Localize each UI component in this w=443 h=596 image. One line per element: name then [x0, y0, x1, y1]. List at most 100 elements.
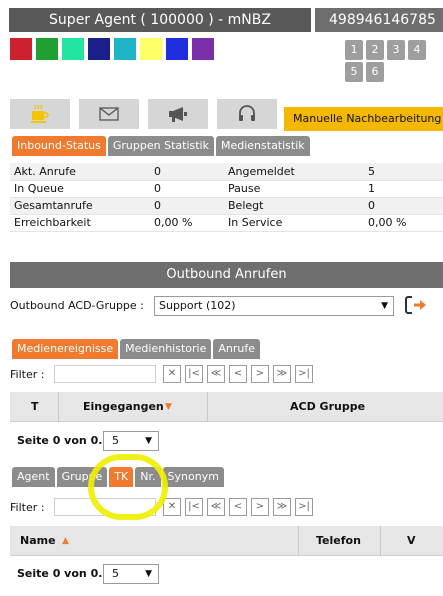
stat-label: In Queue: [10, 180, 150, 198]
stat-value: 0: [364, 197, 443, 215]
next-page-icon[interactable]: >: [251, 498, 269, 516]
status-swatch[interactable]: [62, 38, 84, 60]
number-button-4[interactable]: 4: [408, 40, 426, 60]
headset-icon: [239, 105, 255, 121]
last-page-icon[interactable]: >|: [295, 498, 313, 516]
chevron-down-icon: ▼: [145, 569, 152, 579]
inbound-stats-table: Akt. Anrufe 0 Angemeldet 5 In Queue 0 Pa…: [10, 163, 443, 232]
stat-value: 1: [364, 180, 443, 198]
table-row: In Queue 0 Pause 1: [10, 180, 443, 198]
stat-value: 0: [150, 197, 224, 215]
headset-button[interactable]: [217, 99, 277, 129]
sort-down-icon[interactable]: ▼: [165, 392, 172, 422]
first-page-icon[interactable]: |<: [185, 498, 203, 516]
number-button-2[interactable]: 2: [366, 40, 384, 60]
mail-icon: [99, 107, 119, 121]
filter-label: Filter :: [10, 501, 45, 514]
column-divider: [298, 526, 299, 556]
logout-icon[interactable]: [403, 294, 429, 316]
agent-id: 498946146785: [315, 8, 443, 32]
stat-label: Gesamtanrufe: [10, 197, 150, 215]
chevron-down-icon: ▼: [381, 301, 388, 311]
number-button-6[interactable]: 6: [366, 62, 384, 82]
coffee-icon: [31, 104, 49, 123]
status-swatch[interactable]: [10, 38, 32, 60]
stat-label: Erreichbarkeit: [10, 214, 150, 232]
tab-inbound-status[interactable]: Inbound-Status: [12, 136, 106, 156]
fast-forward-icon[interactable]: ≫: [273, 365, 291, 383]
stats-tabs: Inbound-Status Gruppen Statistik Mediens…: [12, 136, 310, 156]
outbound-group-select[interactable]: Support (102) ▼: [154, 296, 394, 316]
stat-label: Angemeldet: [224, 163, 364, 181]
stat-value: 0,00 %: [150, 214, 224, 232]
contact-pager: ✕ |< ≪ < > ≫ >|: [163, 498, 313, 516]
column-divider: [380, 526, 381, 556]
page-size-value: 5: [112, 434, 119, 447]
fast-back-icon[interactable]: ≪: [207, 498, 225, 516]
status-swatch[interactable]: [192, 38, 214, 60]
number-button-1[interactable]: 1: [345, 40, 363, 60]
chevron-down-icon: ▼: [145, 436, 152, 446]
prev-page-icon[interactable]: <: [229, 498, 247, 516]
prev-page-icon[interactable]: <: [229, 365, 247, 383]
number-button-5[interactable]: 5: [345, 62, 363, 82]
outbound-group-label: Outbound ACD-Gruppe :: [10, 299, 144, 312]
status-swatch[interactable]: [114, 38, 136, 60]
last-page-icon[interactable]: >|: [295, 365, 313, 383]
filter-label: Filter :: [10, 368, 45, 381]
clear-filter-icon[interactable]: ✕: [163, 498, 181, 516]
outbound-header: Outbound Anrufen: [10, 262, 443, 288]
fast-back-icon[interactable]: ≪: [207, 365, 225, 383]
tab-synonym[interactable]: Synonym: [162, 467, 224, 487]
tab-agent[interactable]: Agent: [12, 467, 55, 487]
column-header-acd-group[interactable]: ACD Gruppe: [290, 392, 365, 422]
contact-page-size-select[interactable]: 5 ▼: [103, 564, 159, 584]
highlight-circle: [88, 454, 168, 520]
status-swatches: [10, 38, 214, 60]
fast-forward-icon[interactable]: ≫: [273, 498, 291, 516]
column-header-v[interactable]: V: [407, 526, 416, 556]
megaphone-icon: [169, 107, 187, 122]
tab-media-history[interactable]: Medienhistorie: [120, 339, 212, 359]
stat-label: Pause: [224, 180, 364, 198]
number-button-3[interactable]: 3: [387, 40, 405, 60]
tab-media-events[interactable]: Medienereignisse: [12, 339, 119, 359]
media-table-header: T Eingegangen ▼ ACD Gruppe: [10, 392, 443, 422]
media-filter-input[interactable]: [54, 365, 156, 383]
stat-label: Akt. Anrufe: [10, 163, 150, 181]
stat-value: 0: [150, 163, 224, 181]
stat-value: 0,00 %: [364, 214, 443, 232]
outbound-group-value: Support (102): [159, 299, 236, 312]
status-swatch[interactable]: [36, 38, 58, 60]
contact-table-header: Name ▲ Telefon V: [10, 526, 443, 556]
column-header-name[interactable]: Name: [20, 526, 56, 556]
status-swatch[interactable]: [140, 38, 162, 60]
contact-page-info: Seite 0 von 0.: [17, 567, 103, 580]
clear-filter-icon[interactable]: ✕: [163, 365, 181, 383]
sort-up-icon[interactable]: ▲: [62, 526, 69, 556]
media-tabs: Medienereignisse Medienhistorie Anrufe: [12, 339, 260, 359]
status-swatch[interactable]: [88, 38, 110, 60]
media-page-size-select[interactable]: 5 ▼: [103, 431, 159, 451]
column-divider: [58, 392, 59, 422]
page-size-value: 5: [112, 567, 119, 580]
announce-button[interactable]: [148, 99, 208, 129]
top-bar: Super Agent ( 100000 ) - mNBZ 4989461467…: [0, 0, 443, 34]
mail-button[interactable]: [79, 99, 139, 129]
column-header-received[interactable]: Eingegangen: [83, 392, 164, 422]
column-header-type[interactable]: T: [31, 392, 39, 422]
table-row: Erreichbarkeit 0,00 % In Service 0,00 %: [10, 214, 443, 232]
stat-value: 0: [150, 180, 224, 198]
first-page-icon[interactable]: |<: [185, 365, 203, 383]
tab-calls[interactable]: Anrufe: [213, 339, 260, 359]
status-swatch[interactable]: [166, 38, 188, 60]
manual-post-processing-button[interactable]: Manuelle Nachbearbeitung: [284, 107, 443, 131]
tab-group-statistics[interactable]: Gruppen Statistik: [107, 136, 214, 156]
column-header-phone[interactable]: Telefon: [316, 526, 361, 556]
next-page-icon[interactable]: >: [251, 365, 269, 383]
pause-button[interactable]: [10, 99, 70, 129]
stat-value: 5: [364, 163, 443, 181]
agent-title: Super Agent ( 100000 ) - mNBZ: [9, 8, 311, 32]
tab-media-statistics[interactable]: Medienstatistik: [215, 136, 310, 156]
media-page-info: Seite 0 von 0.: [17, 434, 103, 447]
